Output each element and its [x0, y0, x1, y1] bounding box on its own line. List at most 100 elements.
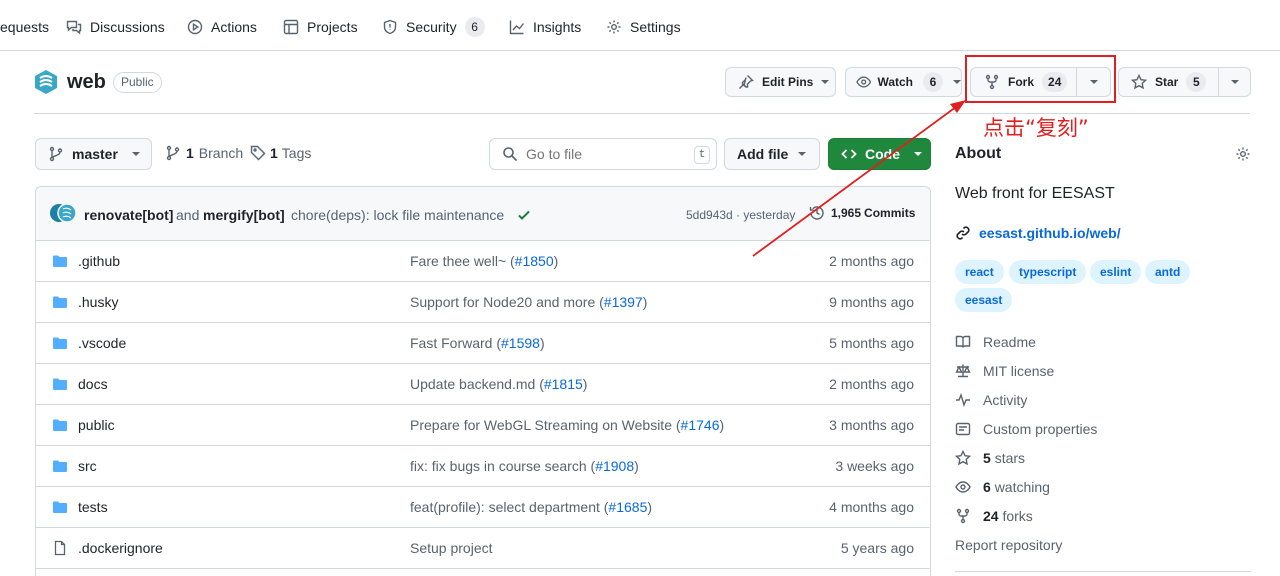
- commit-author-mergify[interactable]: mergify[bot]: [203, 207, 285, 223]
- nav-insights[interactable]: Insights: [509, 15, 581, 39]
- nav-security-label: Security: [406, 19, 457, 35]
- go-to-file-input[interactable]: [526, 146, 676, 162]
- commit-message-link[interactable]: Update backend.md (#1815): [410, 376, 587, 392]
- file-row[interactable]: .husky Support for Node20 and more (#1397…: [36, 282, 930, 323]
- website-link[interactable]: eesast.github.io/web/: [955, 225, 1121, 241]
- file-row[interactable]: .vscode Fast Forward (#1598) 5 months ago: [36, 323, 930, 364]
- commit-message-end: ): [582, 376, 588, 392]
- file-name-link[interactable]: .github: [78, 253, 120, 269]
- custom-properties-link[interactable]: Custom properties: [955, 419, 1097, 439]
- readme-label: Readme: [983, 334, 1036, 350]
- chevron-down-icon: [914, 152, 922, 156]
- code-button[interactable]: Code: [828, 138, 931, 170]
- custom-properties-label: Custom properties: [983, 421, 1098, 437]
- tags-link[interactable]: 1 Tags: [250, 145, 311, 161]
- commit-date: 9 months ago: [829, 294, 914, 310]
- nav-projects[interactable]: Projects: [283, 15, 358, 39]
- file-name-link[interactable]: public: [78, 417, 115, 433]
- sidebar-divider: [955, 571, 1251, 572]
- watch-button[interactable]: Watch 6: [845, 67, 962, 97]
- commit-sha-and-time[interactable]: 5dd943d · yesterday: [686, 208, 795, 222]
- topic-tag[interactable]: eslint: [1090, 260, 1142, 284]
- file-name-link[interactable]: tests: [78, 499, 108, 515]
- author-avatars[interactable]: [49, 202, 77, 224]
- file-row[interactable]: tests feat(profile): select department (#…: [36, 487, 930, 528]
- search-icon: [503, 147, 518, 162]
- eye-icon: [955, 481, 971, 493]
- file-name-link[interactable]: .vscode: [78, 335, 126, 351]
- star-button[interactable]: Star 5: [1119, 72, 1218, 92]
- watchers-link[interactable]: 6 watching: [955, 477, 1050, 497]
- file-name-link[interactable]: src: [78, 458, 97, 474]
- gear-icon[interactable]: [1235, 146, 1251, 162]
- commit-authors-and: and: [176, 207, 200, 223]
- nav-discussions[interactable]: Discussions: [66, 15, 165, 39]
- comment-discussion-icon: [66, 20, 82, 35]
- license-link[interactable]: MIT license: [955, 361, 1054, 381]
- pull-request-link[interactable]: #1685: [608, 499, 647, 515]
- pull-request-link[interactable]: #1815: [544, 376, 583, 392]
- commit-date: 3 months ago: [829, 417, 914, 433]
- nav-actions[interactable]: Actions: [187, 15, 257, 39]
- pull-request-link[interactable]: #1908: [595, 458, 634, 474]
- forks-link[interactable]: 24 forks: [955, 506, 1033, 526]
- pull-request-link[interactable]: #1598: [501, 335, 540, 351]
- file-row[interactable]: docs Update backend.md (#1815) 2 months ag…: [36, 364, 930, 405]
- commit-message-end: ): [553, 253, 559, 269]
- file-row[interactable]: .dockerignore Setup project 5 years ago: [36, 528, 930, 569]
- history-icon: [809, 206, 824, 220]
- file-row[interactable]: public Prepare for WebGL Streaming on Web…: [36, 405, 930, 446]
- nav-settings[interactable]: Settings: [606, 15, 681, 39]
- report-repository-link[interactable]: Report repository: [955, 535, 1062, 555]
- star-dropdown-button[interactable]: [1219, 80, 1250, 84]
- topic-tag[interactable]: antd: [1145, 260, 1191, 284]
- add-file-button[interactable]: Add file: [724, 138, 820, 170]
- repo-forked-icon: [956, 508, 970, 524]
- file-name-link[interactable]: docs: [78, 376, 108, 392]
- commit-date: 2 months ago: [829, 253, 914, 269]
- topic-tag[interactable]: eesast: [955, 288, 1013, 312]
- commit-message-link[interactable]: feat(profile): select department (#1685): [410, 499, 652, 515]
- pull-request-link[interactable]: #1746: [681, 417, 720, 433]
- commit-message-link[interactable]: Prepare for WebGL Streaming on Website (…: [410, 417, 724, 433]
- annotation-text: 点击“复刻”: [983, 116, 1089, 140]
- tag-icon: [250, 145, 266, 161]
- stars-link[interactable]: 5 stars: [955, 448, 1025, 468]
- commit-author-renovate[interactable]: renovate[bot]: [84, 207, 173, 223]
- latest-commit-bar: renovate[bot] and mergify[bot] chore(dep…: [36, 187, 930, 241]
- chevron-down-icon: [953, 80, 961, 84]
- commit-message-link[interactable]: Fare thee well~ (#1850): [410, 253, 558, 269]
- pull-request-link[interactable]: #1850: [515, 253, 554, 269]
- file-row[interactable]: .github Fare thee well~ (#1850) 2 months a…: [36, 241, 930, 282]
- readme-link[interactable]: Readme: [955, 332, 1036, 352]
- branch-select-button[interactable]: master: [35, 138, 152, 170]
- branches-link[interactable]: 1 Branch: [165, 145, 243, 161]
- star-icon: [955, 450, 971, 466]
- nav-security[interactable]: Security 6: [382, 15, 485, 39]
- pull-request-link[interactable]: #1397: [604, 294, 643, 310]
- commit-message-link[interactable]: chore(deps): lock file maintenance: [291, 207, 504, 223]
- edit-pins-button[interactable]: Edit Pins: [725, 67, 836, 97]
- topic-tag[interactable]: react: [955, 260, 1004, 284]
- commits-count: 1,965: [831, 206, 862, 220]
- file-row[interactable]: src fix: fix bugs in course search (#1908…: [36, 446, 930, 487]
- nav-projects-label: Projects: [307, 19, 358, 35]
- check-icon[interactable]: [516, 207, 532, 223]
- file-name-link[interactable]: .dockerignore: [78, 540, 163, 556]
- commit-message-text: fix: fix bugs in course search (: [410, 458, 596, 474]
- nav-pull-requests[interactable]: equests: [0, 15, 49, 39]
- folder-icon: [52, 253, 68, 269]
- commit-message-link[interactable]: Support for Node20 and more (#1397): [410, 294, 647, 310]
- commit-message-link[interactable]: Fast Forward (#1598): [410, 335, 545, 351]
- commit-message-link[interactable]: Setup project: [410, 540, 493, 556]
- nav-pull-requests-label: equests: [0, 19, 50, 35]
- file-name-link[interactable]: .husky: [78, 294, 118, 310]
- topic-tag[interactable]: typescript: [1009, 260, 1087, 284]
- commit-message-link[interactable]: fix: fix bugs in course search (#1908): [410, 458, 639, 474]
- nav-actions-label: Actions: [211, 19, 257, 35]
- activity-link[interactable]: Activity: [955, 390, 1027, 410]
- commits-history-link[interactable]: 1,965 Commits: [809, 205, 915, 221]
- go-to-file-search[interactable]: t: [489, 138, 717, 170]
- repo-name-link[interactable]: web: [67, 71, 106, 94]
- commit-date: 3 weeks ago: [835, 458, 914, 474]
